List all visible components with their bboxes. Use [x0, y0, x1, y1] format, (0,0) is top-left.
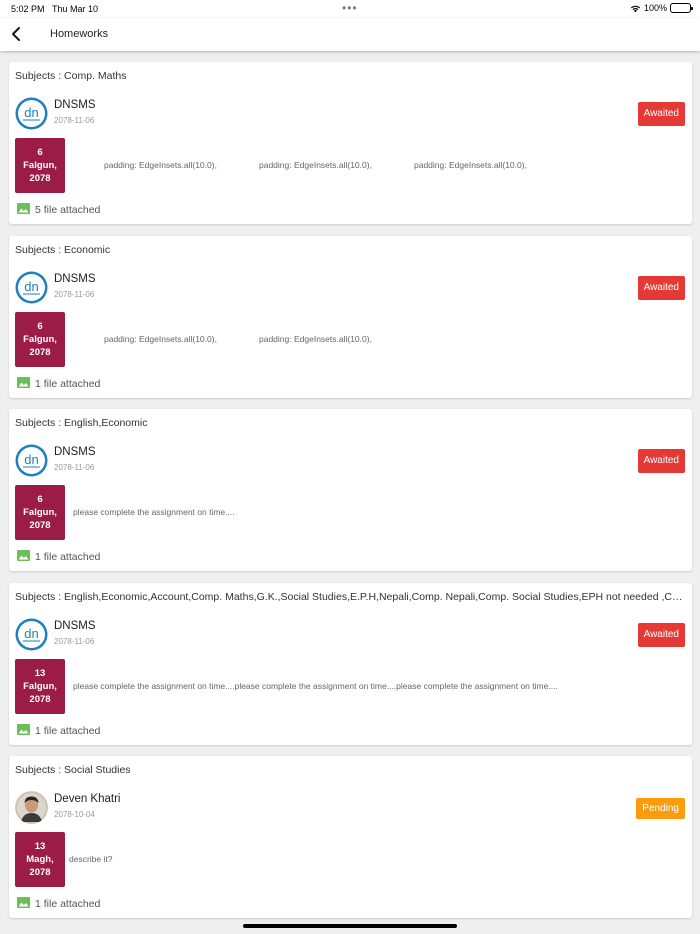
due-month: Falgun,: [23, 680, 57, 692]
homework-description: padding: EdgeInsets.all(10.0),: [259, 160, 372, 170]
attachments-label: 1 file attached: [35, 724, 101, 737]
homework-card[interactable]: Subjects : Social Studies Deven Khatri 2…: [9, 756, 692, 918]
back-arrow-icon[interactable]: [9, 25, 25, 43]
teacher-name: DNSMS: [54, 99, 96, 111]
due-year: 2078: [29, 346, 51, 358]
school-logo: dn: [15, 444, 48, 477]
homework-card[interactable]: Subjects : Economic dn DNSMS 2078-11-06 …: [9, 235, 692, 398]
app-bar: Homeworks: [0, 18, 700, 51]
attachments-link[interactable]: 1 file attached: [17, 550, 100, 564]
svg-text:dn: dn: [24, 452, 38, 467]
image-icon: [17, 203, 30, 217]
teacher-name: DNSMS: [54, 619, 96, 632]
homework-card[interactable]: Subjects : English,Economic,Account,Comp…: [9, 582, 692, 745]
svg-text:dn: dn: [24, 279, 38, 294]
due-day: 6: [37, 320, 43, 332]
homework-date: 2078-11-06: [54, 116, 95, 125]
attachments-label: 1 file attached: [35, 898, 101, 910]
homework-date: 2078-11-06: [54, 463, 95, 472]
homework-description: padding: EdgeInsets.all(10.0),: [104, 333, 217, 344]
subjects-label: Subjects : English,Economic,Account,Comp…: [15, 590, 683, 603]
attachments-label: 1 file attached: [35, 551, 101, 563]
school-logo: dn: [15, 97, 48, 130]
homework-date: 2078-11-06: [54, 636, 95, 646]
due-date-box: 13 Falgun, 2078: [15, 658, 65, 714]
due-date-box: 6 Falgun, 2078: [15, 311, 65, 367]
svg-text:dn: dn: [24, 105, 38, 120]
due-date-box: 6 Falgun, 2078: [15, 138, 65, 193]
page-title: Homeworks: [50, 28, 109, 40]
image-icon: [17, 723, 30, 738]
home-indicator[interactable]: [243, 924, 457, 928]
status-badge: Awaited: [637, 102, 685, 126]
image-icon: [17, 376, 30, 391]
due-year: 2078: [29, 520, 51, 531]
due-day: 6: [37, 147, 43, 158]
attachments-link[interactable]: 5 file attached: [17, 203, 100, 217]
image-icon: [17, 897, 30, 911]
status-badge: Awaited: [637, 622, 685, 647]
subjects-label: Subjects : Economic: [15, 243, 111, 256]
due-month: Falgun,: [23, 160, 57, 171]
due-month: Falgun,: [23, 507, 57, 518]
attachments-link[interactable]: 1 file attached: [17, 723, 101, 738]
teacher-name: Deven Khatri: [54, 793, 121, 805]
multitasking-dots[interactable]: •••: [342, 1, 358, 15]
school-logo: dn: [15, 618, 48, 651]
subjects-label: Subjects : Comp. Maths: [15, 70, 127, 82]
due-day: 13: [34, 667, 46, 679]
homework-description: padding: EdgeInsets.all(10.0),: [259, 333, 372, 344]
status-bar: 5:02 PM Thu Mar 10 ••• 100%: [0, 0, 700, 18]
teacher-name: DNSMS: [54, 446, 96, 458]
svg-text:dn: dn: [24, 626, 38, 641]
due-month: Falgun,: [23, 333, 57, 345]
due-day: 6: [37, 494, 43, 505]
status-badge: Awaited: [637, 275, 685, 300]
status-badge: Pending: [636, 798, 685, 819]
homework-description: padding: EdgeInsets.all(10.0),: [104, 160, 217, 170]
homework-list: Subjects : Comp. Maths dn DNSMS 2078-11-…: [9, 62, 692, 930]
battery-icon: [670, 3, 693, 13]
teacher-name: DNSMS: [54, 272, 96, 285]
status-badge: Awaited: [637, 449, 685, 473]
battery-percent: 100%: [643, 3, 667, 13]
attachments-label: 5 file attached: [35, 204, 101, 216]
due-day: 13: [34, 841, 46, 852]
homework-date: 2078-10-04: [54, 810, 95, 819]
attachments-label: 1 file attached: [35, 377, 101, 390]
homework-card[interactable]: Subjects : Comp. Maths dn DNSMS 2078-11-…: [9, 62, 692, 224]
subjects-label: Subjects : Social Studies: [15, 764, 131, 776]
due-date-box: 6 Falgun, 2078: [15, 485, 65, 540]
school-logo: dn: [15, 271, 48, 304]
subjects-label: Subjects : English,Economic: [15, 417, 148, 429]
teacher-avatar: [15, 791, 48, 824]
due-date-box: 13 Magh, 2078: [15, 832, 65, 887]
status-date: Thu Mar 10: [52, 4, 99, 14]
image-icon: [17, 550, 30, 564]
due-year: 2078: [29, 867, 51, 878]
due-month: Magh,: [26, 854, 54, 865]
homework-card[interactable]: Subjects : English,Economic dn DNSMS 207…: [9, 409, 692, 571]
homework-description: padding: EdgeInsets.all(10.0),: [414, 160, 527, 170]
homework-date: 2078-11-06: [54, 289, 95, 299]
homework-description: describe it?: [69, 854, 113, 864]
homework-description: please complete the assignment on time..…: [73, 507, 235, 517]
attachments-link[interactable]: 1 file attached: [17, 897, 100, 911]
due-year: 2078: [29, 693, 51, 705]
wifi-icon: [630, 5, 641, 12]
homework-description: please complete the assignment on time..…: [73, 680, 558, 691]
status-time: 5:02 PM: [11, 4, 45, 14]
attachments-link[interactable]: 1 file attached: [17, 376, 101, 391]
due-year: 2078: [29, 173, 51, 184]
